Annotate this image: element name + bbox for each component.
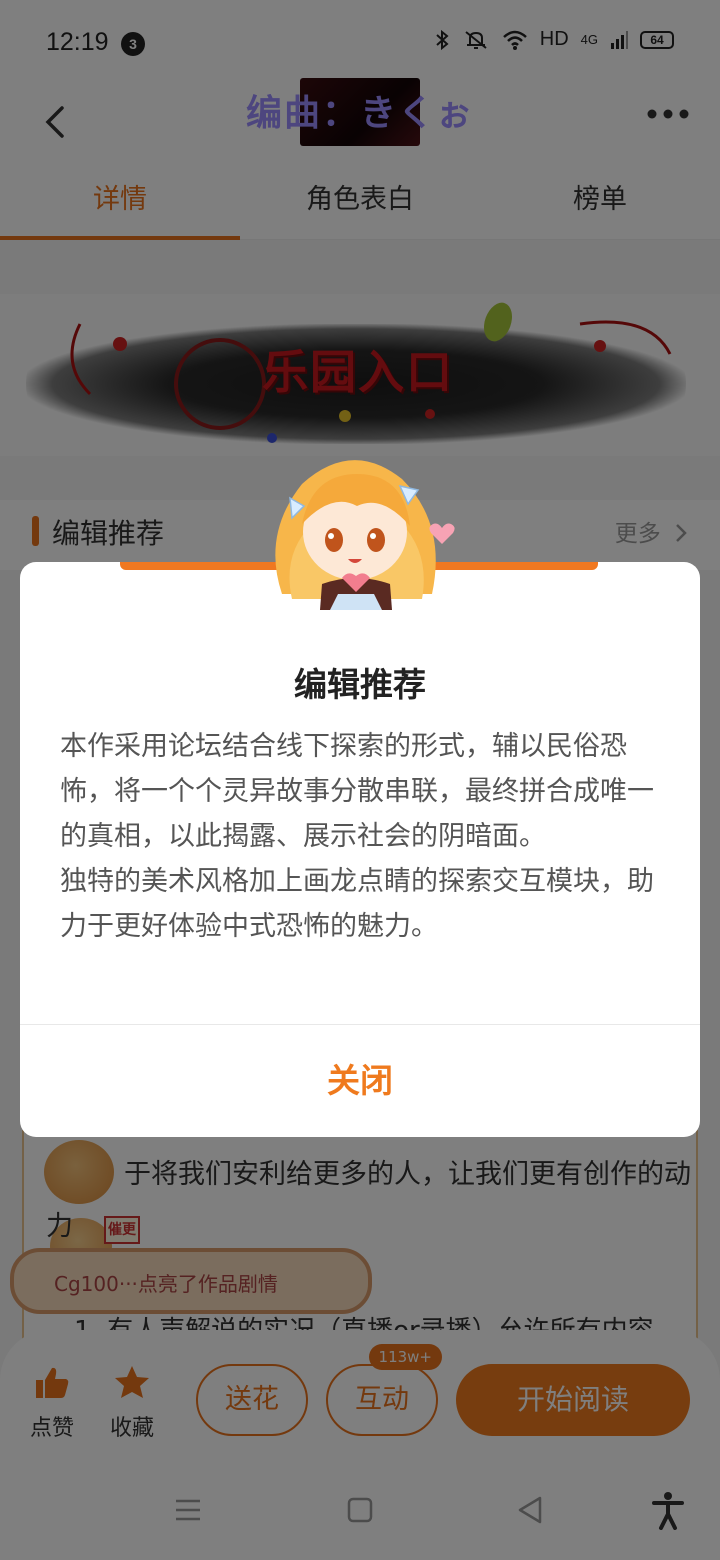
heart-icon [429, 523, 455, 544]
close-button[interactable]: 关闭 [20, 1025, 700, 1137]
editor-recommend-dialog: 编辑推荐 本作采用论坛结合线下探索的形式，辅以民俗恐怖，将一个个灵异故事分散串联… [20, 562, 700, 1137]
dialog-paragraph: 独特的美术风格加上画龙点睛的探索交互模块，助力于更好体验中式恐怖的魅力。 [60, 866, 654, 942]
dialog-paragraph: 本作采用论坛结合线下探索的形式，辅以民俗恐怖，将一个个灵异故事分散串联，最终拼合… [60, 731, 654, 852]
dialog-body: 本作采用论坛结合线下探索的形式，辅以民俗恐怖，将一个个灵异故事分散串联，最终拼合… [60, 724, 660, 949]
dialog-title: 编辑推荐 [294, 665, 426, 704]
